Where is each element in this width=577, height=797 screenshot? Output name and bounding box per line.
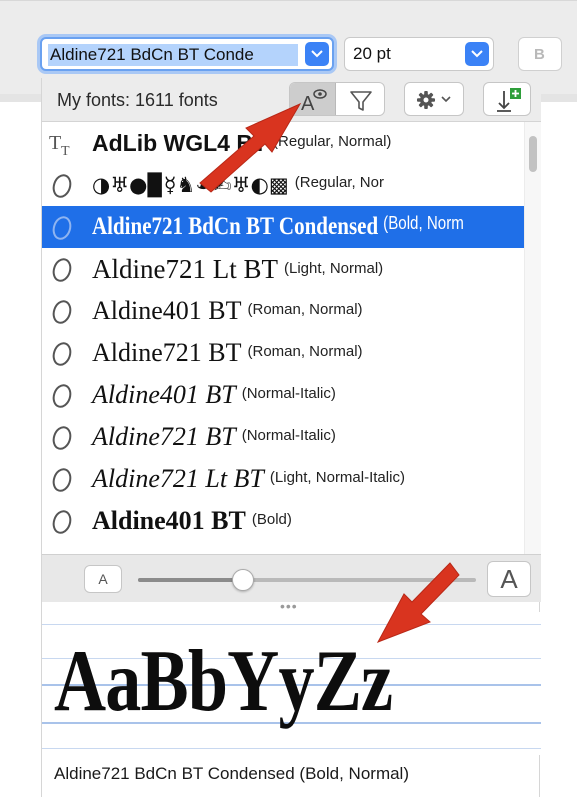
font-name: Aldine401 BT [92, 296, 242, 325]
font-style-label: (Light, Normal-Italic) [269, 469, 405, 486]
font-list-item[interactable]: Aldine721 BT (Normal-Italic) [42, 416, 524, 458]
opentype-icon [48, 382, 78, 410]
preview-size-slider[interactable] [138, 578, 476, 582]
filter-toggle[interactable] [337, 83, 384, 115]
font-name: AdLib WGL4 BT [92, 130, 268, 156]
opentype-icon [48, 172, 78, 200]
install-font-button[interactable] [483, 82, 531, 116]
font-name-dropdown[interactable]: Aldine721 BdCn BT Conde [40, 37, 334, 71]
slider-fill [138, 578, 243, 582]
font-sample-text: AaBbYyZz [54, 633, 393, 730]
font-name: Aldine721 BT [92, 338, 242, 367]
opentype-icon [48, 256, 78, 284]
font-style-label: (Bold, Norm [383, 213, 464, 233]
zoom-out-button[interactable]: A [84, 565, 122, 593]
font-style-label: (Regular, Normal) [273, 133, 392, 150]
chevron-down-icon [471, 50, 483, 58]
svg-text:T: T [49, 132, 61, 154]
filter-icon [350, 91, 372, 111]
font-style-label: (Roman, Normal) [247, 343, 363, 360]
font-list-item[interactable]: Aldine721 Lt BT (Light, Normal) [42, 248, 524, 290]
view-mode-segmented-control[interactable]: A [289, 82, 385, 116]
font-name: Aldine721 BT [92, 422, 236, 451]
font-size-value[interactable]: 20 pt [353, 44, 391, 64]
font-list-item[interactable]: ◑♅●▉☿♞☙✍♅◐▩ (Regular, Nor [42, 164, 524, 206]
guide-line [42, 624, 541, 625]
font-list-scrollbar[interactable] [524, 122, 541, 554]
font-picker-header: My fonts: 1611 fonts A [42, 78, 541, 122]
guide-line [42, 748, 541, 749]
font-name-value[interactable]: Aldine721 BdCn BT Conde [48, 44, 298, 66]
font-list-item[interactable]: Aldine721 Lt BT (Light, Normal-Italic) [42, 458, 524, 500]
opentype-icon [48, 508, 78, 536]
opentype-icon [48, 340, 78, 368]
truetype-icon: TT [48, 130, 78, 159]
slider-knob[interactable] [231, 569, 254, 591]
font-style-label: (Regular, Nor [294, 174, 384, 191]
zoom-in-button[interactable]: A [487, 561, 531, 597]
preview-size-bar: A A [42, 554, 541, 602]
opentype-icon [48, 466, 78, 494]
font-preview-icon: A [301, 89, 327, 115]
font-name: ◑♅●▉☿♞☙✍♅◐▩ [92, 173, 289, 197]
font-style-label: (Normal-Italic) [241, 427, 336, 444]
install-font-icon [497, 88, 521, 112]
chevron-down-icon [441, 96, 451, 103]
scrollbar-thumb[interactable] [529, 136, 537, 172]
font-list-item[interactable]: Aldine401 BT (Roman, Normal) [42, 290, 524, 332]
opentype-icon [48, 298, 78, 326]
font-dropdown-button[interactable] [305, 42, 329, 66]
font-style-label: (Light, Normal) [283, 260, 384, 277]
font-preview-toggle[interactable]: A [290, 83, 336, 115]
font-preview-pane: AaBbYyZz [42, 612, 541, 755]
font-name: Aldine721 BdCn BT Condensed [92, 213, 379, 240]
font-size-dropdown[interactable]: 20 pt [344, 37, 494, 71]
font-picker-popup: My fonts: 1611 fonts A T T AdLib WGL4 BT… [41, 78, 541, 797]
font-size-dropdown-button[interactable] [465, 42, 489, 66]
font-list-item[interactable]: T T AdLib WGL4 BT (Regular, Normal) [42, 122, 524, 164]
font-list-item[interactable]: Aldine401 BT (Normal-Italic) [42, 374, 524, 416]
font-name: Aldine721 Lt BT [92, 464, 264, 493]
svg-text:A: A [301, 93, 315, 115]
font-style-label: (Normal-Italic) [241, 385, 336, 402]
bold-button-label: B [534, 46, 545, 63]
font-style-label: (Bold) [251, 511, 292, 528]
opentype-icon [48, 424, 78, 452]
chevron-down-icon [311, 50, 323, 58]
gear-icon [417, 91, 451, 109]
font-name: Aldine721 Lt BT [92, 254, 278, 284]
settings-menu-button[interactable] [404, 82, 464, 116]
preview-caption: Aldine721 BdCn BT Condensed (Bold, Norma… [54, 764, 409, 783]
font-name: Aldine401 BT [92, 380, 236, 409]
bold-button[interactable]: B [518, 37, 562, 71]
font-list[interactable]: T T AdLib WGL4 BT (Regular, Normal) ◑♅●▉☿♞☙✍… [42, 122, 541, 554]
svg-text:T: T [61, 144, 70, 158]
font-list-item-selected[interactable]: Aldine721 BdCn BT Condensed (Bold, Norm [42, 206, 524, 248]
opentype-icon [48, 214, 78, 242]
font-style-label: (Roman, Normal) [247, 301, 363, 318]
font-count-label: My fonts: 1611 fonts [57, 90, 218, 110]
font-name: Aldine401 BT [92, 506, 246, 535]
font-list-item[interactable]: Aldine721 BT (Roman, Normal) [42, 332, 524, 374]
font-list-item[interactable]: Aldine401 BT (Bold) [42, 500, 524, 542]
